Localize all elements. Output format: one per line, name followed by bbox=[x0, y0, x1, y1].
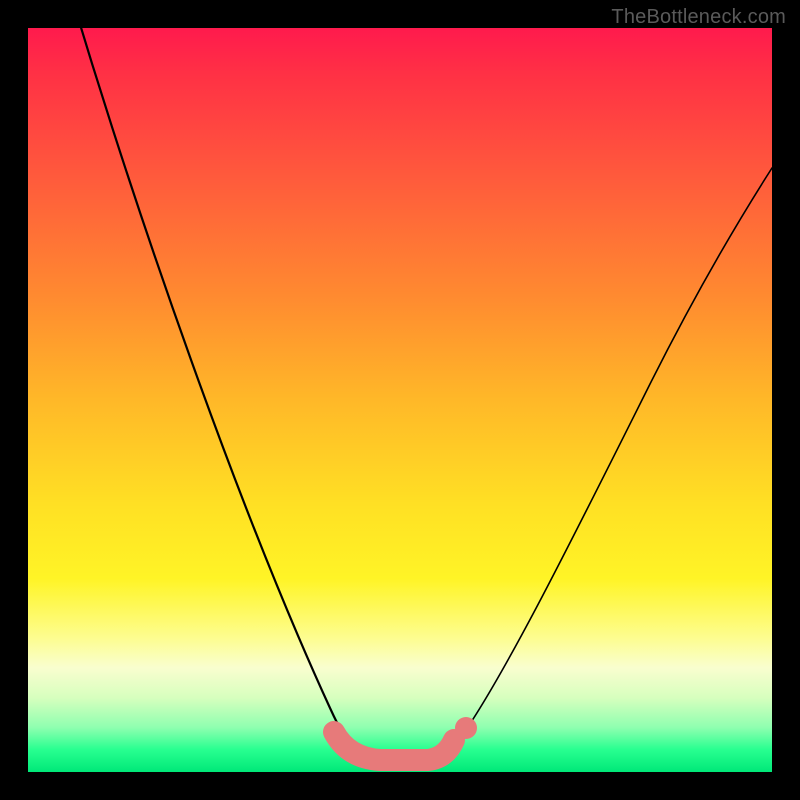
curve-right-branch bbox=[456, 168, 772, 744]
curve-left-branch bbox=[72, 0, 356, 752]
optimal-zone-highlight bbox=[334, 732, 454, 760]
chart-frame: TheBottleneck.com bbox=[0, 0, 800, 800]
marker-dot bbox=[455, 717, 477, 739]
bottleneck-curve-svg bbox=[28, 28, 772, 772]
watermark-text: TheBottleneck.com bbox=[611, 6, 786, 29]
chart-plot-area bbox=[28, 28, 772, 772]
